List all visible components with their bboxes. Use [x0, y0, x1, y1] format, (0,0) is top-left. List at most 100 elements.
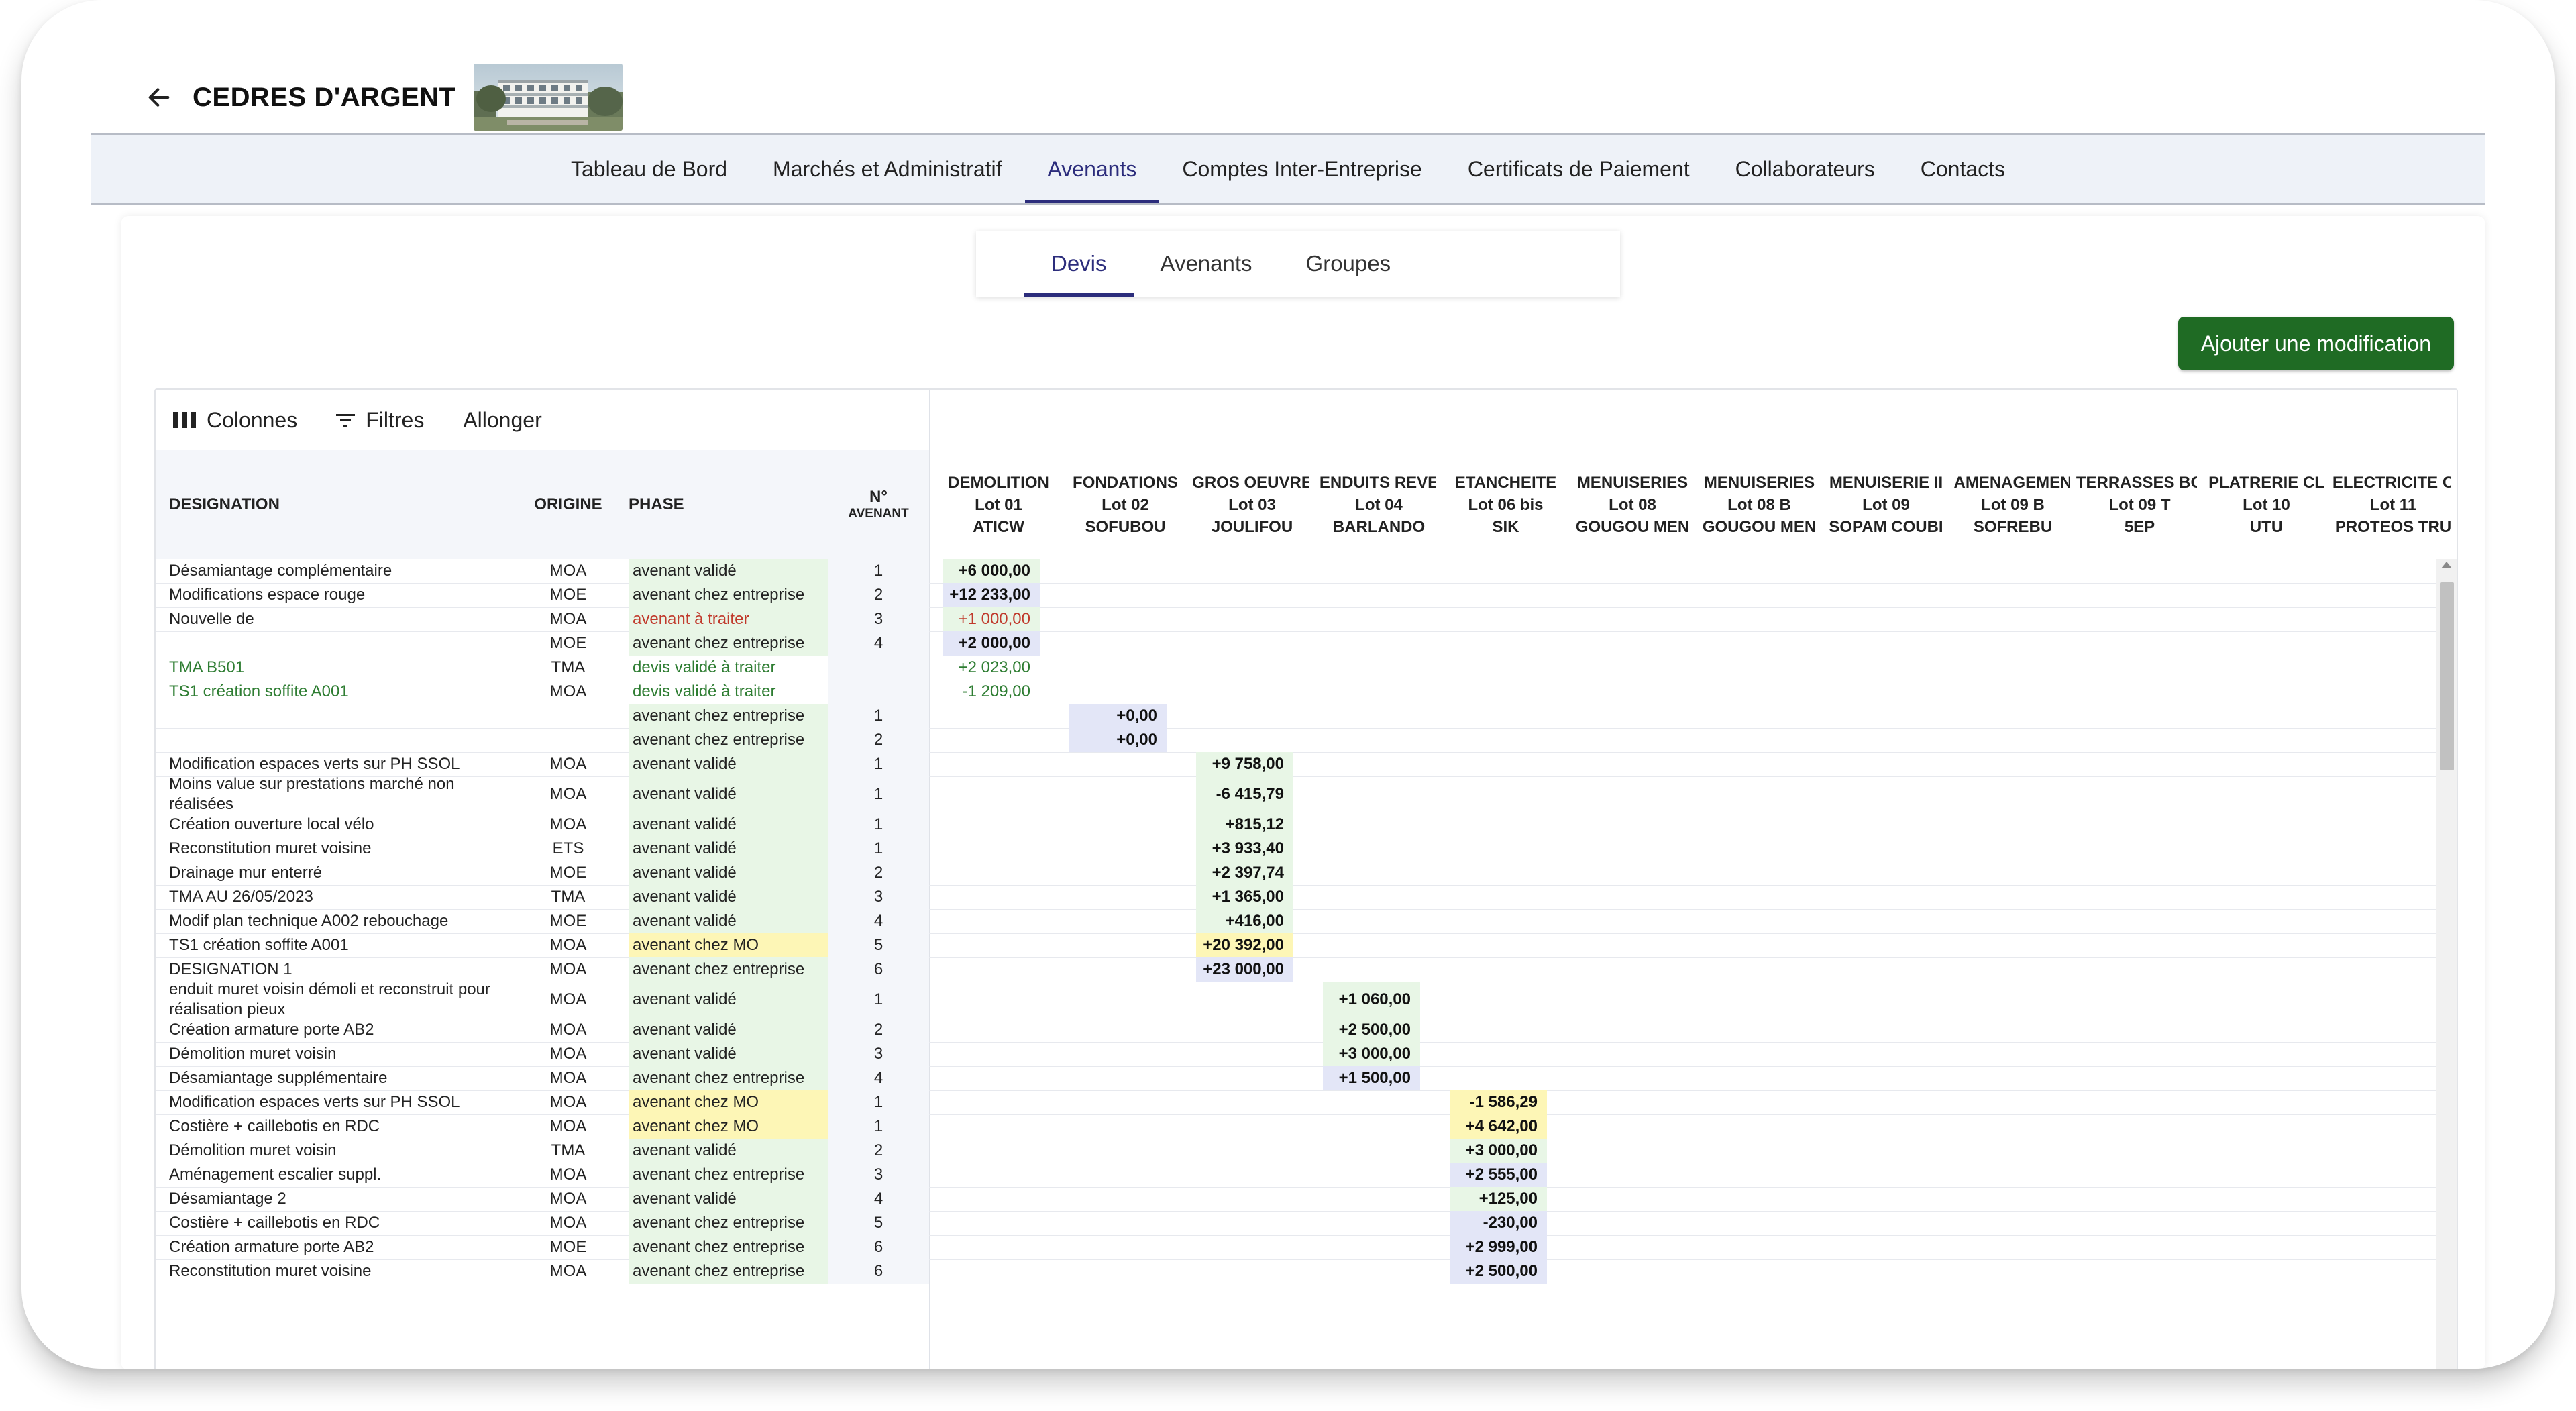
- table-row[interactable]: Costière + caillebotis en RDC MOA avenant …: [156, 1114, 2457, 1139]
- header-lot-7[interactable]: MENUISERIES Lot 08 B GOUGOU MEN: [1690, 450, 1817, 559]
- table-row[interactable]: Création armature porte AB2 MOA avenant va…: [156, 1018, 2457, 1043]
- table-row[interactable]: TMA AU 26/05/2023 TMA avenant validé 3 +1 36…: [156, 885, 2457, 910]
- header-designation[interactable]: DESIGNATION: [169, 450, 518, 559]
- cell-lot-value[interactable]: +1 000,00: [943, 607, 1040, 631]
- table-row[interactable]: Création ouverture local vélo MOA avenant …: [156, 813, 2457, 837]
- cell-lot-value[interactable]: +1 365,00: [1196, 885, 1293, 909]
- cell-designation: Démolition muret voisin: [169, 1045, 337, 1063]
- table-row[interactable]: Reconstitution muret voisine ETS avenant v…: [156, 837, 2457, 861]
- header-lot-11[interactable]: PLATRERIE CL Lot 10 UTU: [2197, 450, 2324, 559]
- cell-lot-value[interactable]: -6 415,79: [1196, 776, 1293, 813]
- scroll-up-arrow-icon[interactable]: [2441, 562, 2452, 568]
- header-num-avenant[interactable]: N° AVENANT: [828, 450, 929, 559]
- cell-lot-value[interactable]: +0,00: [1069, 728, 1167, 752]
- cell-lot-value[interactable]: +416,00: [1196, 909, 1293, 933]
- table-row[interactable]: Désamiantage 2 MOA avenant validé 4 +125,00: [156, 1187, 2457, 1212]
- subtab-groupes[interactable]: Groupes: [1279, 231, 1418, 297]
- header-phase[interactable]: PHASE: [629, 450, 828, 559]
- table-row[interactable]: Modifications espace rouge MOE avenant che…: [156, 583, 2457, 608]
- cell-lot-value[interactable]: +2 023,00: [943, 656, 1040, 680]
- tab-contacts[interactable]: Contacts: [1898, 135, 2028, 203]
- cell-lot-value[interactable]: +2 500,00: [1450, 1259, 1547, 1284]
- table-row[interactable]: enduit muret voisin démoli et reconstrui…: [156, 980, 2457, 1018]
- table-row[interactable]: avenant chez entreprise 2 +0,00: [156, 728, 2457, 753]
- header-lot-4[interactable]: ENDUITS REVE Lot 04 BARLANDO: [1309, 450, 1436, 559]
- table-row[interactable]: avenant chez entreprise 1 +0,00: [156, 704, 2457, 729]
- cell-lot-value[interactable]: +23 000,00: [1196, 957, 1293, 982]
- cell-lot-value[interactable]: +2 397,74: [1196, 861, 1293, 885]
- subtab-devis[interactable]: Devis: [1024, 231, 1134, 297]
- header-lot-3[interactable]: GROS OEUVRE Lot 03 JOULIFOU: [1183, 450, 1309, 559]
- table-row[interactable]: Drainage mur enterré MOE avenant validé 2 +2…: [156, 861, 2457, 886]
- expand-button[interactable]: Allonger: [463, 408, 541, 433]
- back-button[interactable]: [138, 76, 180, 119]
- cell-lot-value[interactable]: +1 060,00: [1323, 982, 1420, 1018]
- cell-lot-value[interactable]: -230,00: [1450, 1211, 1547, 1235]
- cell-lot-value[interactable]: +125,00: [1450, 1187, 1547, 1211]
- cell-lot-value[interactable]: +9 758,00: [1196, 752, 1293, 776]
- header-lot-6[interactable]: MENUISERIES Lot 08 GOUGOU MEN: [1563, 450, 1690, 559]
- table-row[interactable]: Moins value sur prestations marché non r…: [156, 775, 2457, 813]
- tab-tableau-de-bord[interactable]: Tableau de Bord: [548, 135, 750, 203]
- tab-marches-administratif[interactable]: Marchés et Administratif: [750, 135, 1024, 203]
- cell-lot-value[interactable]: +3 000,00: [1450, 1139, 1547, 1163]
- header-lot-8[interactable]: MENUISERIE II Lot 09 SOPAM COUBI: [1817, 450, 1943, 559]
- grid-toolbar: Colonnes Filtres Allonger: [156, 390, 2457, 450]
- table-row[interactable]: TS1 création soffite A001 MOA avenant chez…: [156, 933, 2457, 958]
- cell-lot-value[interactable]: -1 586,29: [1450, 1090, 1547, 1114]
- header-lot-9[interactable]: AMENAGEMEN Lot 09 B SOFREBU: [1943, 450, 2071, 559]
- vertical-scrollbar[interactable]: [2436, 559, 2457, 1369]
- cell-lot-value[interactable]: +20 392,00: [1196, 933, 1293, 957]
- scroll-thumb[interactable]: [2440, 582, 2454, 770]
- cell-lot-value[interactable]: +3 000,00: [1323, 1042, 1420, 1066]
- table-row[interactable]: Modif plan technique A002 rebouchage MOE a…: [156, 909, 2457, 934]
- table-row[interactable]: TMA B501 TMA devis validé à traiter +2 023,…: [156, 656, 2457, 680]
- header-lot-5[interactable]: ETANCHEITE Lot 06 bis SIK: [1436, 450, 1563, 559]
- cell-lot-value[interactable]: +2 500,00: [1323, 1018, 1420, 1042]
- table-row[interactable]: Modification espaces verts sur PH SSOL MO…: [156, 1090, 2457, 1115]
- table-row[interactable]: Reconstitution muret voisine MOA avenant c…: [156, 1259, 2457, 1284]
- table-row[interactable]: Création armature porte AB2 MOE avenant ch…: [156, 1235, 2457, 1260]
- filters-button[interactable]: Filtres: [336, 408, 424, 433]
- header-origin[interactable]: ORIGINE: [531, 450, 605, 559]
- header-lot-12[interactable]: ELECTRICITE C Lot 11 PROTEOS TRU: [2324, 450, 2451, 559]
- header-lot-1[interactable]: DEMOLITION Lot 01 ATICW: [929, 450, 1056, 559]
- table-row[interactable]: Désamiantage supplémentaire MOA avenant ch…: [156, 1066, 2457, 1091]
- cell-lot-value[interactable]: -1 209,00: [943, 680, 1040, 704]
- tab-comptes-inter-entreprise[interactable]: Comptes Inter-Entreprise: [1159, 135, 1444, 203]
- table-row[interactable]: Modification espaces verts sur PH SSOL MO…: [156, 752, 2457, 777]
- cell-lot-value[interactable]: +2 555,00: [1450, 1163, 1547, 1187]
- cell-lot-value[interactable]: +4 642,00: [1450, 1114, 1547, 1139]
- header-lot-company: SOPAM COUBI: [1829, 517, 1943, 536]
- columns-button[interactable]: Colonnes: [173, 408, 297, 433]
- tab-avenants[interactable]: Avenants: [1024, 135, 1160, 203]
- cell-lot-value[interactable]: +815,12: [1196, 813, 1293, 837]
- grid-header: DESIGNATION ORIGINE PHASE N° AVENANT DEM…: [156, 450, 2457, 559]
- table-row[interactable]: Costière + caillebotis en RDC MOA avenant …: [156, 1211, 2457, 1236]
- tab-certificats-de-paiement[interactable]: Certificats de Paiement: [1445, 135, 1713, 203]
- table-row[interactable]: Aménagement escalier suppl. MOA avenant ch…: [156, 1163, 2457, 1188]
- cell-num-avenant: 4: [828, 631, 929, 656]
- cell-lot-value[interactable]: +2 999,00: [1450, 1235, 1547, 1259]
- cell-lot-value[interactable]: +0,00: [1069, 704, 1167, 728]
- cell-lot-value[interactable]: +12 233,00: [943, 583, 1040, 607]
- table-row[interactable]: Nouvelle de MOA avenant à traiter 3 +1 000,0…: [156, 607, 2457, 632]
- cell-num-avenant: 1: [828, 776, 929, 813]
- header-lot-10[interactable]: TERRASSES BO Lot 09 T 5EP: [2070, 450, 2197, 559]
- add-modification-button[interactable]: Ajouter une modification: [2178, 317, 2454, 370]
- arrow-left-icon: [148, 88, 170, 107]
- header-lot-2[interactable]: FONDATIONS Lot 02 SOFUBOU: [1056, 450, 1183, 559]
- table-row[interactable]: DESIGNATION 1 MOA avenant chez entreprise 6…: [156, 957, 2457, 982]
- table-row[interactable]: Démolition muret voisin MOA avenant validé…: [156, 1042, 2457, 1067]
- cell-lot-value[interactable]: +3 933,40: [1196, 837, 1293, 861]
- subtab-avenants[interactable]: Avenants: [1134, 231, 1279, 297]
- table-row[interactable]: Démolition muret voisin TMA avenant validé…: [156, 1139, 2457, 1163]
- cell-lot-value[interactable]: +2 000,00: [943, 631, 1040, 656]
- table-row[interactable]: Désamiantage complémentaire MOA avenant va…: [156, 559, 2457, 584]
- cell-lot-value[interactable]: +6 000,00: [943, 559, 1040, 583]
- tab-collaborateurs[interactable]: Collaborateurs: [1713, 135, 1898, 203]
- table-row[interactable]: MOE avenant chez entreprise 4 +2 000,00: [156, 631, 2457, 656]
- table-row[interactable]: TS1 création soffite A001 MOA devis validé…: [156, 680, 2457, 704]
- cell-lot-value[interactable]: +1 500,00: [1323, 1066, 1420, 1090]
- cell-designation: TS1 création soffite A001: [169, 936, 349, 954]
